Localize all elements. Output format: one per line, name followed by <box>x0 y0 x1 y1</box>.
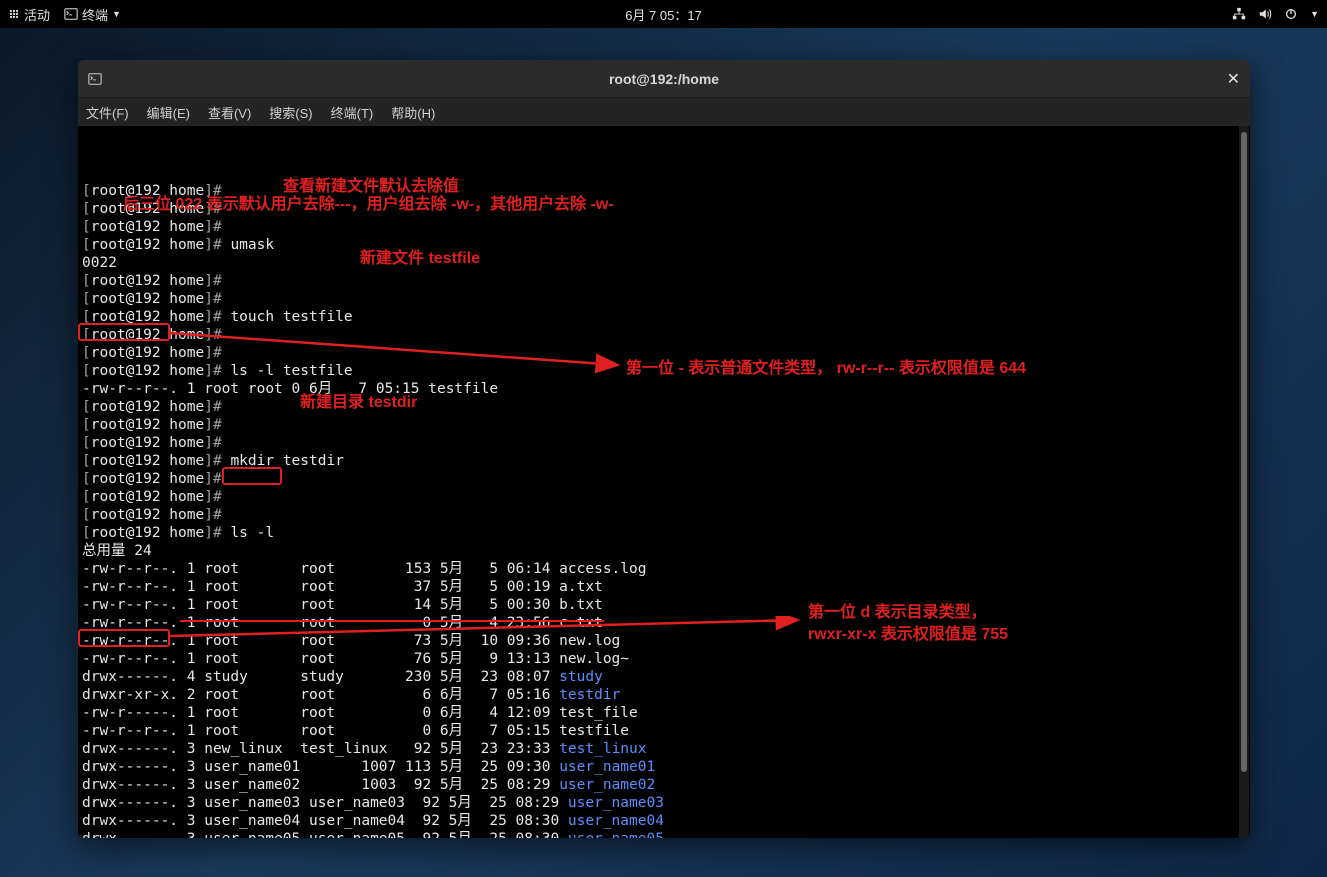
annotation-mkdir: 新建目录 testdir <box>300 394 417 412</box>
chevron-down-icon: ▼ <box>112 9 121 19</box>
menu-terminal[interactable]: 终端(T) <box>331 103 374 122</box>
scrollbar[interactable] <box>1239 126 1249 838</box>
annotation-touch: 新建文件 testfile <box>360 250 480 268</box>
gnome-top-bar: 活动 终端 ▼ 6月 7 05：17 ▼ <box>0 0 1327 28</box>
activities-icon <box>8 8 20 20</box>
app-name-label: 终端 <box>82 5 108 24</box>
menu-file[interactable]: 文件(F) <box>86 103 129 122</box>
close-icon: ✕ <box>1227 71 1240 88</box>
terminal-line: -rw-r--r--. 1 root root 153 5月 5 06:14 a… <box>82 560 1246 578</box>
terminal-line: [root@192 home]# <box>82 326 1246 344</box>
menu-bar: 文件(F) 编辑(E) 查看(V) 搜索(S) 终端(T) 帮助(H) <box>78 98 1250 126</box>
terminal-window: root@192:/home ✕ 文件(F) 编辑(E) 查看(V) 搜索(S)… <box>78 60 1250 838</box>
highlight-box-dir-perms <box>78 629 170 647</box>
terminal-line: drwx------. 3 user_name03 user_name03 92… <box>82 794 1246 812</box>
annotation-file-perm-explain: 第一位 - 表示普通文件类型， rw-r--r-- 表示权限值是 644 <box>626 360 1026 378</box>
activities-label: 活动 <box>24 5 50 24</box>
terminal-line: -rw-r--r--. 1 root root 0 6月 7 05:15 tes… <box>82 722 1246 740</box>
terminal-line: 0022 <box>82 254 1246 272</box>
terminal-line: [root@192 home]# touch testfile <box>82 308 1246 326</box>
terminal-line: [root@192 home]# ls -l <box>82 524 1246 542</box>
volume-icon[interactable] <box>1258 7 1272 21</box>
terminal-line: drwx------. 3 user_name01 1007 113 5月 25… <box>82 758 1246 776</box>
terminal-line: -rw-r--r--. 1 root root 37 5月 5 00:19 a.… <box>82 578 1246 596</box>
terminal-line: drwxr-xr-x. 2 root root 6 6月 7 05:16 tes… <box>82 686 1246 704</box>
terminal-line: -rw-r-----. 1 root root 0 6月 4 12:09 tes… <box>82 704 1246 722</box>
terminal-line: [root@192 home]# <box>82 416 1246 434</box>
terminal-line: drwx------. 3 user_name04 user_name04 92… <box>82 812 1246 830</box>
window-titlebar[interactable]: root@192:/home ✕ <box>78 60 1250 98</box>
network-icon[interactable] <box>1232 7 1246 21</box>
power-icon[interactable] <box>1284 7 1298 21</box>
strike-study <box>180 620 604 622</box>
terminal-line: [root@192 home]# <box>82 398 1246 416</box>
terminal-line: -rw-r--r--. 1 root root 0 5月 4 23:56 c.t… <box>82 614 1246 632</box>
menu-view[interactable]: 查看(V) <box>208 103 251 122</box>
terminal-line: [root@192 home]# <box>82 272 1246 290</box>
terminal-line: -rw-r--r--. 1 root root 76 5月 9 13:13 ne… <box>82 650 1246 668</box>
terminal-line: [root@192 home]# <box>82 434 1246 452</box>
annotation-dir-perm-a: 第一位 d 表示目录类型， <box>808 604 987 622</box>
annotation-umask-explain: 后三位 022 表示默认用户去除---，用户组去除 -w-，其他用户去除 -w- <box>123 196 614 214</box>
close-button[interactable]: ✕ <box>1227 69 1240 89</box>
annotation-umask: 查看新建文件默认去除值 <box>283 178 459 196</box>
terminal-icon <box>64 7 78 21</box>
highlight-box-lsl <box>222 467 282 485</box>
active-app-indicator[interactable]: 终端 ▼ <box>64 5 121 24</box>
menu-edit[interactable]: 编辑(E) <box>147 103 190 122</box>
terminal-line: drwx------. 3 new_linux test_linux 92 5月… <box>82 740 1246 758</box>
scrollbar-thumb[interactable] <box>1241 132 1247 772</box>
terminal-line: -rw-r--r--. 1 root root 0 6月 7 05:15 tes… <box>82 380 1246 398</box>
activities-button[interactable]: 活动 <box>8 5 50 24</box>
terminal-icon <box>88 72 102 86</box>
terminal-line: [root@192 home]# <box>82 290 1246 308</box>
terminal-line: 总用量 24 <box>82 542 1246 560</box>
terminal-line: [root@192 home]# umask <box>82 236 1246 254</box>
window-title: root@192:/home <box>609 71 719 87</box>
clock[interactable]: 6月 7 05：17 <box>625 5 702 24</box>
terminal-line: drwx------. 3 user_name02 1003 92 5月 25 … <box>82 776 1246 794</box>
terminal-line: drwx------. 4 study study 230 5月 23 08:0… <box>82 668 1246 686</box>
terminal-line: [root@192 home]# <box>82 488 1246 506</box>
terminal-line: -rw-r--r--. 1 root root 73 5月 10 09:36 n… <box>82 632 1246 650</box>
terminal-output[interactable]: [root@192 home]# [root@192 home]# [root@… <box>78 126 1250 838</box>
menu-help[interactable]: 帮助(H) <box>391 103 435 122</box>
chevron-down-icon: ▼ <box>1310 9 1319 19</box>
annotation-dir-perm-b: rwxr-xr-x 表示权限值是 755 <box>808 626 1008 644</box>
menu-search[interactable]: 搜索(S) <box>269 103 312 122</box>
terminal-line: [root@192 home]# <box>82 218 1246 236</box>
terminal-line: [root@192 home]# <box>82 506 1246 524</box>
terminal-line: -rw-r--r--. 1 root root 14 5月 5 00:30 b.… <box>82 596 1246 614</box>
terminal-line: drwx------. 3 user_name05 user_name05 92… <box>82 830 1246 838</box>
highlight-box-file-perms <box>78 323 170 341</box>
